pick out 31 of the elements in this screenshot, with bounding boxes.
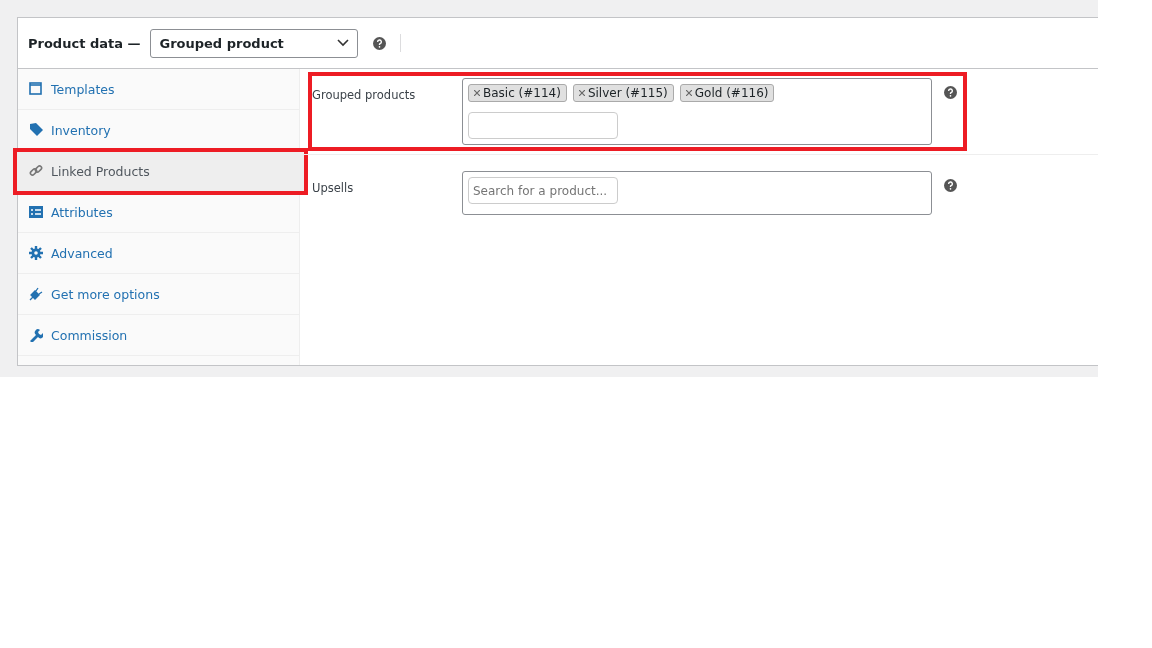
chevron-icon (337, 39, 350, 47)
wrench-icon (29, 328, 43, 342)
product-type-select[interactable]: Grouped product (150, 28, 359, 58)
help-icon[interactable] (944, 179, 957, 192)
plug-icon (29, 287, 43, 301)
help-icon[interactable] (373, 36, 387, 50)
sidebar-tab[interactable]: Templates (18, 69, 299, 110)
product-tag[interactable]: Basic (#114) (468, 84, 567, 102)
link-icon (29, 164, 43, 178)
product-tag[interactable]: Gold (#116) (679, 84, 775, 102)
search-input[interactable]: Search for a product... (468, 177, 618, 204)
product-search-field[interactable]: Search for a product... (462, 171, 932, 215)
remove-icon[interactable] (474, 90, 480, 96)
section-title: Product data — (28, 35, 141, 51)
tag-icon (29, 123, 43, 137)
help-icon[interactable] (944, 86, 957, 99)
sidebar-tab[interactable]: Attributes (18, 192, 299, 233)
sidebar-tab[interactable]: Commission (18, 315, 299, 356)
remove-icon[interactable] (578, 90, 585, 96)
window-icon (29, 82, 43, 96)
gear-icon (29, 246, 43, 260)
field-label: Upsells (312, 180, 355, 195)
field-label: Grouped products (312, 87, 417, 102)
list-icon (29, 205, 43, 219)
sidebar-tab[interactable]: Get more options (18, 274, 299, 315)
sidebar-tab[interactable]: Linked Products (16, 151, 305, 192)
search-input[interactable] (468, 112, 618, 139)
sidebar-tab[interactable]: Advanced (18, 233, 299, 274)
remove-icon[interactable] (685, 90, 692, 96)
product-tag[interactable]: Silver (#115) (572, 84, 674, 102)
product-search-field[interactable]: Basic (#114) Silver (#115) Gold (#116) (462, 78, 932, 145)
